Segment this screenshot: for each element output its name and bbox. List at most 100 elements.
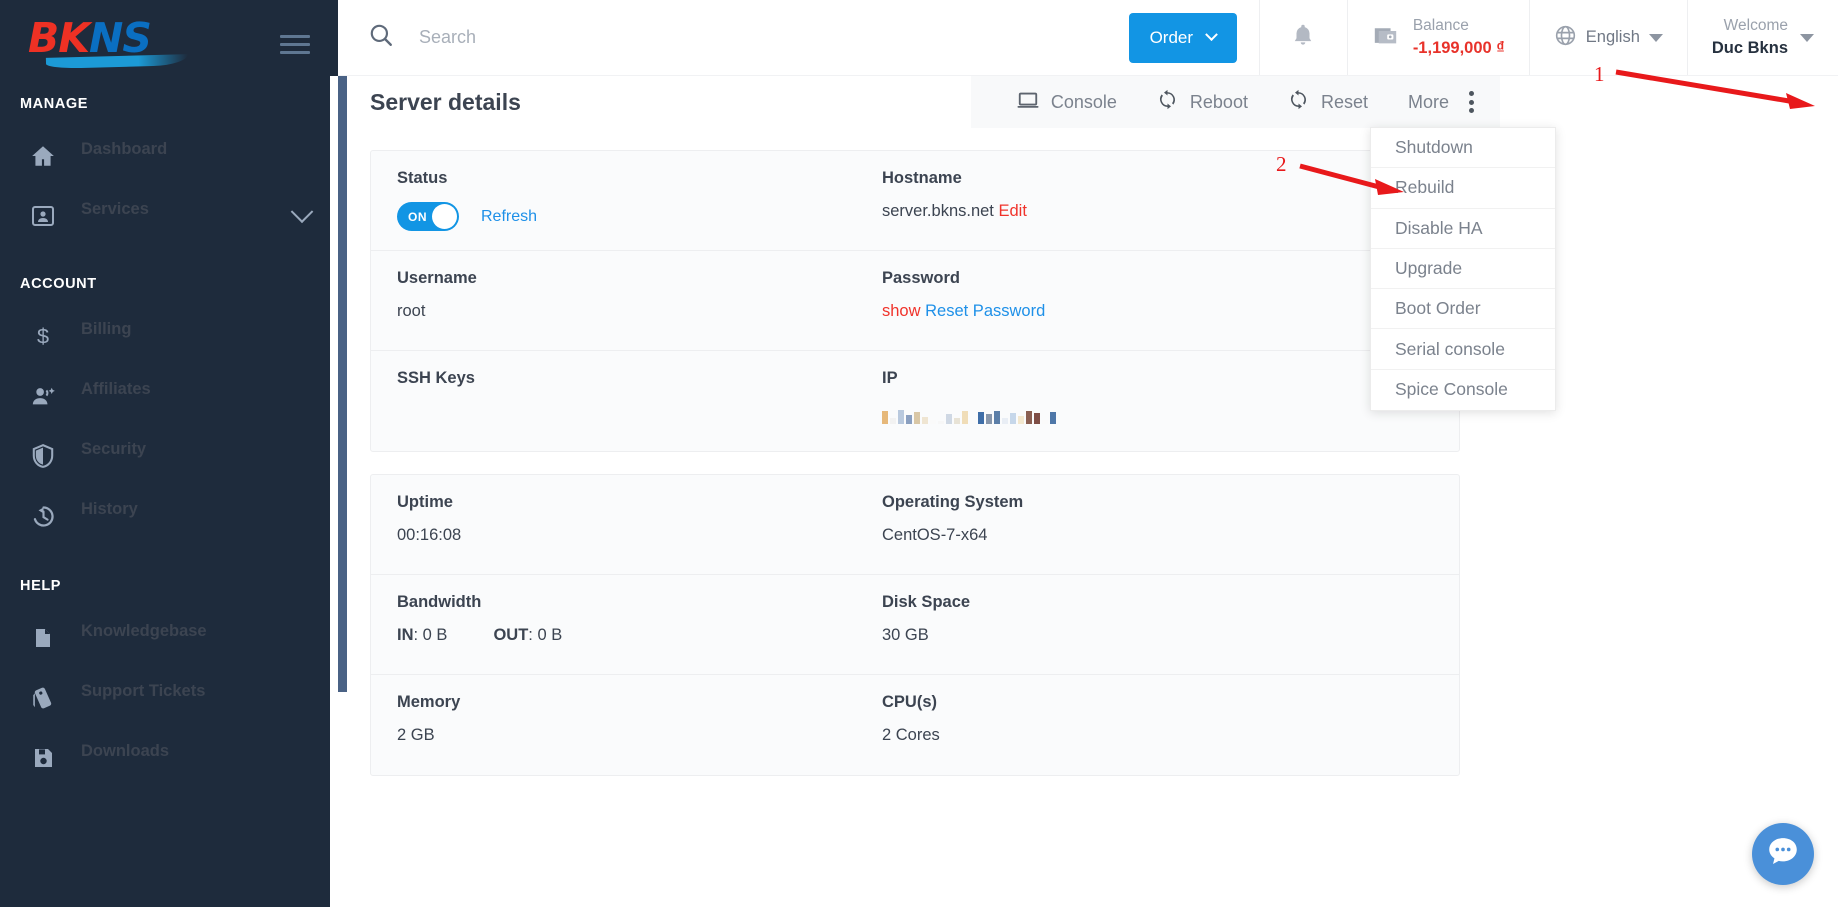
order-button-label: Order [1150,28,1193,48]
table-row: Username root Password show Reset Passwo… [371,251,1459,351]
action-label: Reboot [1190,92,1248,113]
action-label: Console [1051,92,1117,113]
language-label: English [1586,28,1640,47]
uptime-cell: Uptime 00:16:08 [371,475,856,574]
wallet-icon [1372,22,1399,54]
balance-label: Balance [1413,16,1505,37]
sidebar-item-support-tickets[interactable]: Support Tickets [0,668,338,728]
vertical-dots-icon [1469,108,1474,113]
chevron-down-icon [1800,34,1814,42]
sidebar-item-dashboard[interactable]: Dashboard [0,126,338,186]
hostname-cell: Hostname server.bkns.net Edit [856,151,1459,250]
sidebar-item-history[interactable]: History [0,486,338,546]
sidebar-item-services[interactable]: Services [0,186,338,246]
action-label: More [1408,92,1449,113]
status-toggle-text: ON [408,210,427,224]
server-info-card: Status ON Refresh Hostname server.bkns.n… [370,150,1460,452]
refresh-link[interactable]: Refresh [481,208,537,226]
floppy-disk-icon [28,743,58,773]
secondary-nav-scrollbar[interactable] [338,0,347,692]
bandwidth-in-label: IN [397,626,414,644]
toggle-knob [432,204,457,229]
menu-item-serial-console[interactable]: Serial console [1371,329,1555,369]
menu-item-spice-console[interactable]: Spice Console [1371,370,1555,410]
console-button[interactable]: Console [997,76,1137,128]
hostname-edit-link[interactable]: Edit [998,202,1026,220]
search-icon[interactable] [368,22,394,53]
memory-label: Memory [397,693,856,712]
status-cell: Status ON Refresh [371,151,856,250]
application-root: BKNS MANAGE Dashboard Services [0,0,1838,907]
more-dots-button[interactable] [1455,76,1488,128]
status-toggle[interactable]: ON [397,202,459,231]
bkns-logo[interactable]: BKNS [28,16,200,72]
chat-bubble-icon [1764,833,1802,876]
page-header: Server details Console Reboot [330,76,1500,128]
notifications-button[interactable] [1259,0,1347,75]
reboot-button[interactable]: Reboot [1137,76,1268,128]
memory-value: 2 GB [397,726,856,745]
balance-value: -1,199,000 ₫ [1413,37,1505,59]
sidebar-item-billing[interactable]: $ Billing [0,306,338,366]
sidebar-item-downloads[interactable]: Downloads [0,728,338,788]
hostname-value: server.bkns.net [882,202,994,220]
sidebar-toggle-button[interactable] [280,30,310,59]
cpu-cell: CPU(s) 2 Cores [856,675,1459,775]
hamburger-line [280,51,310,54]
sidebar-item-affiliates[interactable]: Affiliates [0,366,338,426]
annotation-number-2: 2 [1276,152,1287,177]
logo-swoosh [46,54,188,69]
menu-item-boot-order[interactable]: Boot Order [1371,289,1555,329]
shield-icon [28,441,58,471]
disk-space-cell: Disk Space 30 GB [856,575,1459,674]
sidebar-item-label: Security [81,440,310,459]
table-row: Bandwidth IN: 0 B OUT: 0 B Disk Space 30… [371,575,1459,675]
home-icon [28,141,58,171]
user-menu[interactable]: Welcome Duc Bkns [1687,0,1838,75]
reset-password-link[interactable]: Reset Password [925,302,1045,320]
refresh-icon [1157,89,1178,115]
disk-space-label: Disk Space [882,593,1459,612]
sidebar-item-label: Knowledgebase [81,622,310,641]
menu-item-disable-ha[interactable]: Disable HA [1371,209,1555,249]
table-row: Memory 2 GB CPU(s) 2 Cores [371,675,1459,775]
sidebar-item-label: Support Tickets [81,682,310,701]
bell-icon [1290,22,1316,53]
uptime-label: Uptime [397,493,856,512]
primary-sidebar: BKNS MANAGE Dashboard Services [0,0,338,907]
user-name: Duc Bkns [1712,37,1788,59]
reset-button[interactable]: Reset [1268,76,1388,128]
operating-system-cell: Operating System CentOS-7-x64 [856,475,1459,574]
menu-item-rebuild[interactable]: Rebuild [1371,168,1555,208]
bandwidth-in-value: 0 B [423,626,448,644]
ssh-keys-label: SSH Keys [397,369,856,388]
menu-item-upgrade[interactable]: Upgrade [1371,249,1555,289]
order-button[interactable]: Order [1129,13,1237,63]
more-button[interactable]: More [1388,76,1455,128]
balance-widget[interactable]: Balance -1,199,000 ₫ [1347,0,1529,75]
ssh-keys-cell: SSH Keys [371,351,856,451]
sidebar-item-knowledgebase[interactable]: Knowledgebase [0,608,338,668]
cpu-label: CPU(s) [882,693,1459,712]
sidebar-item-security[interactable]: Security [0,426,338,486]
welcome-label: Welcome [1712,16,1788,37]
chat-widget-button[interactable] [1752,823,1814,885]
language-selector[interactable]: English [1529,0,1687,75]
bandwidth-cell: Bandwidth IN: 0 B OUT: 0 B [371,575,856,674]
password-cell: Password show Reset Password [856,251,1459,350]
sidebar-item-label: Affiliates [81,380,310,399]
menu-item-shutdown[interactable]: Shutdown [1371,128,1555,168]
search-input[interactable] [419,27,1129,48]
table-row: Uptime 00:16:08 Operating System CentOS-… [371,475,1459,575]
status-label: Status [397,169,856,188]
operating-system-value: CentOS-7-x64 [882,526,1459,545]
affiliates-icon [28,381,58,411]
hamburger-line [280,43,310,46]
username-value: root [397,302,856,321]
username-label: Username [397,269,856,288]
password-show-link[interactable]: show [882,302,921,320]
bandwidth-label: Bandwidth [397,593,856,612]
bandwidth-out-value: 0 B [537,626,562,644]
server-specs-card: Uptime 00:16:08 Operating System CentOS-… [370,474,1460,776]
sidebar-item-label: Dashboard [81,140,310,159]
